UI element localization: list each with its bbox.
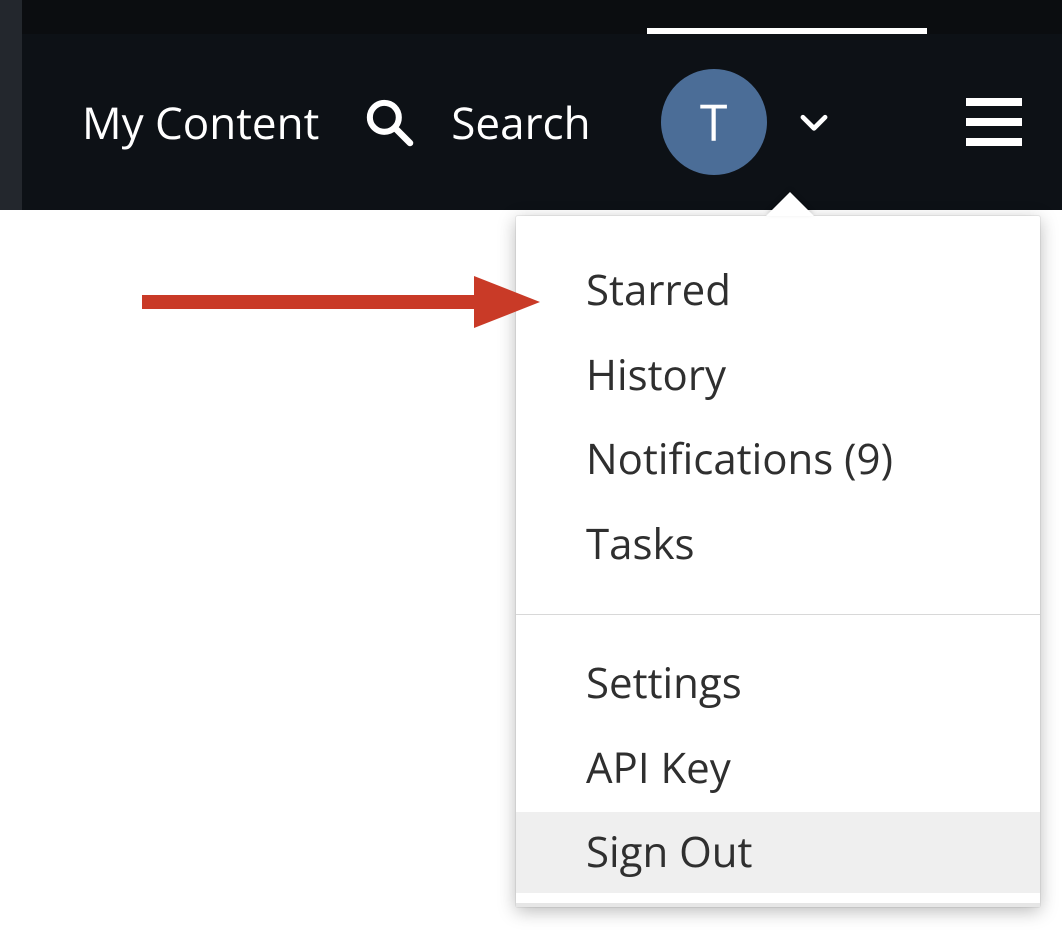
search-icon [361, 94, 417, 150]
annotation-arrow-icon [138, 272, 544, 332]
api-key-menu-item[interactable]: API Key [516, 728, 1040, 809]
dropdown-section-account: Settings API Key Sign Out [516, 643, 1040, 893]
hamburger-menu-button[interactable] [966, 98, 1022, 146]
top-navbar: My Content Search T [0, 34, 1062, 210]
my-content-link[interactable]: My Content [82, 92, 319, 152]
page-content: Starred History Notifications (9) Tasks … [0, 210, 1062, 948]
nav-items: My Content Search T [0, 69, 833, 175]
history-menu-item[interactable]: History [516, 335, 1040, 416]
tasks-menu-item[interactable]: Tasks [516, 504, 1040, 585]
dropdown-caret-icon [766, 192, 814, 216]
user-avatar: T [661, 69, 767, 175]
chevron-down-icon [795, 103, 833, 141]
starred-menu-item[interactable]: Starred [516, 250, 1040, 331]
user-dropdown-panel: Starred History Notifications (9) Tasks … [516, 216, 1040, 907]
notifications-menu-item[interactable]: Notifications (9) [516, 419, 1040, 500]
search-label: Search [451, 92, 590, 152]
settings-menu-item[interactable]: Settings [516, 643, 1040, 724]
user-menu-trigger[interactable]: T [661, 69, 833, 175]
search-group[interactable]: Search [361, 92, 590, 152]
dropdown-bottom-border [516, 903, 1040, 907]
window-top-strip [0, 0, 1062, 34]
dropdown-section-activity: Starred History Notifications (9) Tasks [516, 250, 1040, 584]
dropdown-divider [516, 614, 1040, 615]
sign-out-menu-item[interactable]: Sign Out [516, 812, 1040, 893]
user-dropdown: Starred History Notifications (9) Tasks … [516, 216, 1040, 907]
hamburger-icon [966, 98, 1022, 106]
